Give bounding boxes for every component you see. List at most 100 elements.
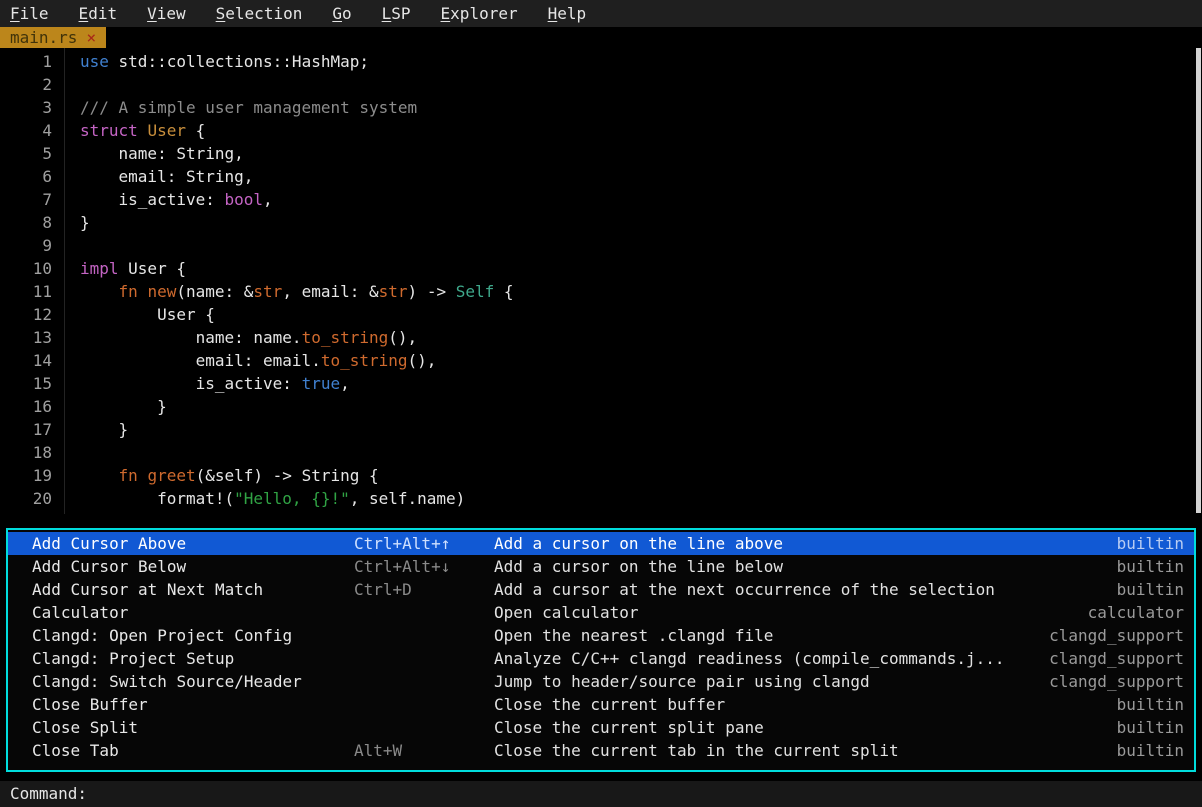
line-number: 1 <box>0 50 52 73</box>
line-number: 19 <box>0 464 52 487</box>
code-text: fn greet(&self) -> String { <box>80 466 379 485</box>
line-number: 8 <box>0 211 52 234</box>
palette-row[interactable]: Close Buffer Close the current bufferbuil… <box>8 693 1194 716</box>
command-description: Analyze C/C++ clangd readiness (compile_… <box>494 647 1049 670</box>
command-description: Close the current split pane <box>494 716 1117 739</box>
code-text: is_active: bool, <box>80 190 273 209</box>
code-text: is_active: true, <box>80 374 350 393</box>
palette-row[interactable]: Add Cursor at Next MatchCtrl+DAdd a curs… <box>8 578 1194 601</box>
command-shortcut: Ctrl+Alt+↑ <box>354 532 494 555</box>
command-shortcut: Alt+W <box>354 739 494 762</box>
line-number: 10 <box>0 257 52 280</box>
line-number: 12 <box>0 303 52 326</box>
code-line: 6 email: String, <box>0 165 1202 188</box>
code-line: 5 name: String, <box>0 142 1202 165</box>
tab-bar: main.rs × <box>0 27 1202 48</box>
code-line: 2 <box>0 73 1202 96</box>
status-bar[interactable]: Command: <box>0 781 1202 807</box>
code-text: } <box>80 397 167 416</box>
code-line: 12 User { <box>0 303 1202 326</box>
palette-row[interactable]: CalculatorOpen calculatorcalculator <box>8 601 1194 624</box>
code-text: struct User { <box>80 121 205 140</box>
tab-close-icon[interactable]: × <box>86 27 96 48</box>
code-text: impl User { <box>80 259 186 278</box>
menu-help[interactable]: Help <box>548 4 587 23</box>
line-number: 3 <box>0 96 52 119</box>
command-name: Clangd: Switch Source/Header <box>32 670 354 693</box>
code-text: name: name.to_string(), <box>80 328 417 347</box>
code-line: 1 use std::collections::HashMap; <box>0 50 1202 73</box>
menu-selection[interactable]: Selection <box>216 4 303 23</box>
command-source: builtin <box>1117 578 1184 601</box>
code-line: 9 <box>0 234 1202 257</box>
line-number: 5 <box>0 142 52 165</box>
command-list: Add Cursor AboveCtrl+Alt+↑Add a cursor o… <box>8 532 1194 762</box>
command-source: clangd_support <box>1049 670 1184 693</box>
code-text: format!("Hello, {}!", self.name) <box>80 489 465 508</box>
command-description: Add a cursor at the next occurrence of t… <box>494 578 1117 601</box>
command-shortcut: Ctrl+D <box>354 578 494 601</box>
line-number: 4 <box>0 119 52 142</box>
palette-row[interactable]: Close SplitClose the current split paneb… <box>8 716 1194 739</box>
gutter-separator <box>64 48 65 514</box>
code-line: 17 } <box>0 418 1202 441</box>
line-number: 20 <box>0 487 52 510</box>
code-line: 14 email: email.to_string(), <box>0 349 1202 372</box>
menu-edit[interactable]: Edit <box>79 4 118 23</box>
palette-row[interactable]: Clangd: Open Project Config Open the near… <box>8 624 1194 647</box>
line-number: 16 <box>0 395 52 418</box>
command-description: Open the nearest .clangd file <box>494 624 1049 647</box>
command-source: clangd_support <box>1049 624 1184 647</box>
command-name: Add Cursor at Next Match <box>32 578 354 601</box>
command-name: Clangd: Open Project Config <box>32 624 354 647</box>
command-source: builtin <box>1117 693 1184 716</box>
command-source: builtin <box>1117 739 1184 762</box>
code-line: 3/// A simple user management system <box>0 96 1202 119</box>
code-text: email: email.to_string(), <box>80 351 436 370</box>
palette-row[interactable]: Close TabAlt+WClose the current tab in t… <box>8 739 1194 762</box>
line-number: 11 <box>0 280 52 303</box>
code-text: User { <box>80 305 215 324</box>
command-name: Close Tab <box>32 739 354 762</box>
command-description: Add a cursor on the line below <box>494 555 1117 578</box>
menu-lsp[interactable]: LSP <box>382 4 411 23</box>
menu-go[interactable]: Go <box>332 4 351 23</box>
command-description: Close the current buffer <box>494 693 1117 716</box>
code-text: fn new(name: &str, email: &str) -> Self … <box>80 282 514 301</box>
command-description: Jump to header/source pair using clangd <box>494 670 1049 693</box>
palette-row[interactable]: Clangd: Switch Source/Header Jump to head… <box>8 670 1194 693</box>
code-line: 11 fn new(name: &str, email: &str) -> Se… <box>0 280 1202 303</box>
line-number: 14 <box>0 349 52 372</box>
scrollbar[interactable] <box>1196 48 1201 513</box>
line-number: 2 <box>0 73 52 96</box>
code-line: 10 impl User { <box>0 257 1202 280</box>
line-number: 13 <box>0 326 52 349</box>
menu-explorer[interactable]: Explorer <box>441 4 518 23</box>
command-name: Calculator <box>32 601 354 624</box>
code-editor[interactable]: 1 use std::collections::HashMap;23/// A s… <box>0 48 1202 514</box>
line-number: 7 <box>0 188 52 211</box>
command-palette: Add Cursor AboveCtrl+Alt+↑Add a cursor o… <box>6 528 1196 772</box>
line-number: 6 <box>0 165 52 188</box>
command-name: Close Buffer <box>32 693 354 716</box>
palette-row[interactable]: Add Cursor BelowCtrl+Alt+↓Add a cursor o… <box>8 555 1194 578</box>
code-text: use std::collections::HashMap; <box>80 52 369 71</box>
code-lines: 1 use std::collections::HashMap;23/// A s… <box>0 50 1202 510</box>
code-line: 8} <box>0 211 1202 234</box>
line-number: 17 <box>0 418 52 441</box>
code-text: name: String, <box>80 144 244 163</box>
palette-row[interactable]: Add Cursor AboveCtrl+Alt+↑Add a cursor o… <box>8 532 1194 555</box>
menu-file[interactable]: File <box>10 4 49 23</box>
line-number: 15 <box>0 372 52 395</box>
code-line: 20 format!("Hello, {}!", self.name) <box>0 487 1202 510</box>
command-name: Close Split <box>32 716 354 739</box>
palette-row[interactable]: Clangd: Project SetupAnalyze C/C++ clang… <box>8 647 1194 670</box>
code-text: } <box>80 420 128 439</box>
code-line: 16 } <box>0 395 1202 418</box>
code-line: 4 struct User { <box>0 119 1202 142</box>
tab-main-rs[interactable]: main.rs × <box>0 27 106 48</box>
menu-view[interactable]: View <box>147 4 186 23</box>
line-number: 18 <box>0 441 52 464</box>
tab-label: main.rs <box>10 27 77 48</box>
command-description: Close the current tab in the current spl… <box>494 739 1117 762</box>
